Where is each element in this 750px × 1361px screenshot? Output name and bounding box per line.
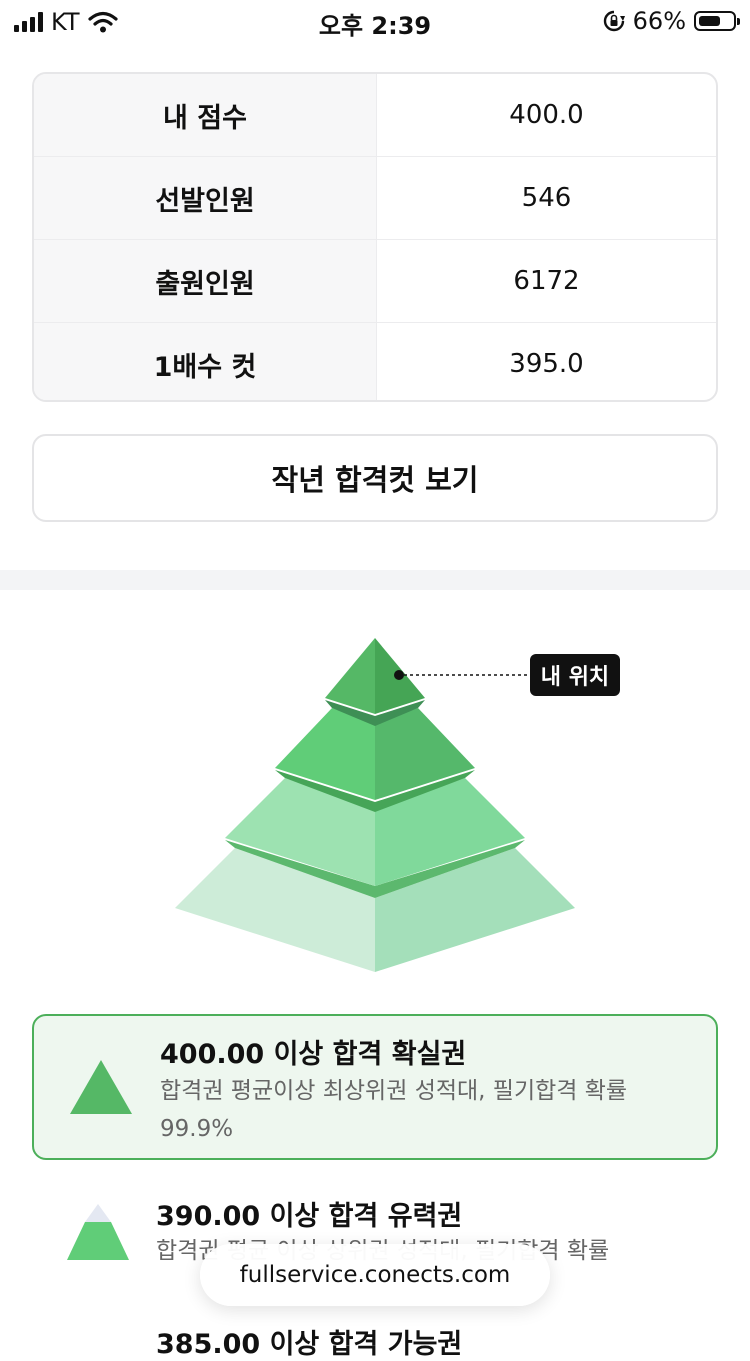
battery-percent: 66% — [632, 7, 686, 35]
last-year-cut-button[interactable]: 작년 합격컷 보기 — [32, 434, 718, 522]
row-value-my-score: 400.0 — [509, 100, 584, 130]
status-bar: KT 오후 2:39 66% — [0, 0, 750, 42]
row-value-applicant-count: 6172 — [513, 266, 580, 296]
section-divider — [0, 570, 750, 590]
tier-title: 390.00 이상 합격 유력권 — [156, 1201, 463, 1232]
tier-title: 385.00 이상 합격 가능권 — [156, 1329, 463, 1360]
my-position-marker — [394, 670, 404, 680]
table-row: 출원인원 6172 — [34, 240, 716, 323]
tier-card-certain: 400.00 이상 합격 확실권 합격권 평균이상 최상위권 성적대, 필기합격… — [32, 1014, 718, 1160]
rotation-lock-icon — [603, 10, 625, 32]
row-label-my-score: 내 점수 — [34, 74, 377, 156]
row-label-cut-line: 1배수 컷 — [34, 323, 377, 400]
table-row: 내 점수 400.0 — [34, 74, 716, 157]
browser-url-pill[interactable]: fullservice.conects.com — [200, 1244, 550, 1306]
table-row: 선발인원 546 — [34, 157, 716, 240]
table-row: 1배수 컷 395.0 — [34, 323, 716, 400]
tier-title: 400.00 이상 합격 확실권 — [160, 1039, 467, 1070]
row-label-applicant-count: 출원인원 — [34, 240, 377, 322]
battery-icon — [694, 11, 740, 31]
my-position-tag: 내 위치 — [530, 654, 620, 696]
row-value-selected-count: 546 — [521, 183, 572, 213]
status-right: 66% — [603, 7, 740, 35]
score-pyramid — [175, 638, 575, 972]
tier-description: 합격권 평균이상 최상위권 성적대, 필기합격 확률 99.9% — [160, 1078, 628, 1142]
row-label-selected-count: 선발인원 — [34, 157, 377, 239]
row-value-cut-line: 395.0 — [509, 349, 584, 379]
battery-level — [699, 16, 720, 26]
score-info-table: 내 점수 400.0 선발인원 546 출원인원 6172 1배수 컷 395.… — [32, 72, 718, 402]
tier-1-triangle-icon — [70, 1060, 132, 1114]
tier-2-triangle-icon — [67, 1204, 129, 1260]
